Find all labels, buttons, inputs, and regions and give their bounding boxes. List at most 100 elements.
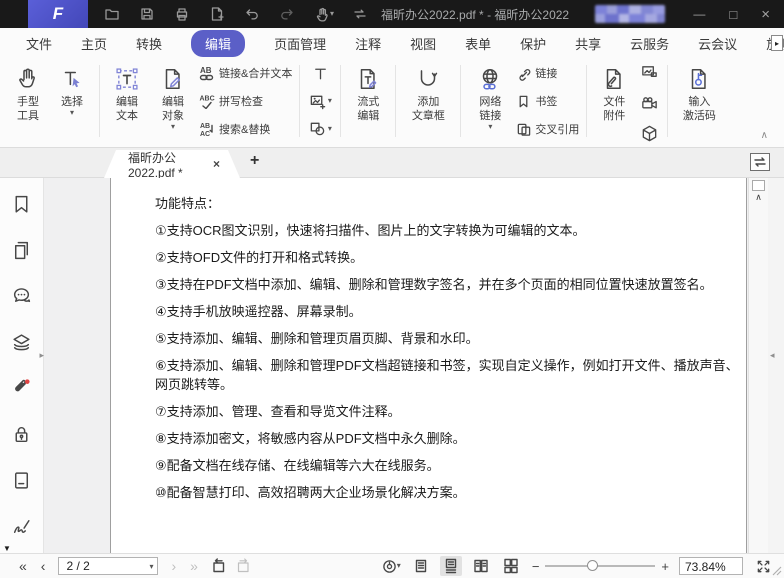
redo-button[interactable] <box>279 6 295 22</box>
spell-check-button[interactable]: ABC 拼写检查 <box>199 93 292 109</box>
continuous-layout-button[interactable] <box>440 556 462 576</box>
tab-protect[interactable]: 保护 <box>520 34 546 53</box>
vertical-scrollbar[interactable]: ∧ <box>748 178 768 553</box>
add-image-button[interactable]: ▾ <box>309 93 332 110</box>
user-avatar[interactable] <box>595 5 665 23</box>
signature-panel-button[interactable] <box>11 516 32 537</box>
next-page-button[interactable]: › <box>171 559 176 573</box>
tab-convert[interactable]: 转换 <box>136 34 162 53</box>
tab-comment[interactable]: 注释 <box>355 34 381 53</box>
page-number-input[interactable] <box>59 559 139 573</box>
edit-object-button[interactable]: 编辑 对象 ▾ <box>149 63 197 131</box>
tab-cloud-service[interactable]: 云服务 <box>630 34 669 53</box>
bookmarks-panel-button[interactable] <box>11 194 32 215</box>
3d-annotation-button[interactable] <box>640 124 659 143</box>
previous-view-button[interactable] <box>210 558 226 574</box>
add-text-button[interactable] <box>312 65 329 82</box>
tab-share[interactable]: 共享 <box>575 34 601 53</box>
first-page-button[interactable]: « <box>19 559 27 573</box>
tab-home[interactable]: 主页 <box>81 34 107 53</box>
zoom-value-box[interactable] <box>679 557 743 575</box>
switch-tabs-button[interactable] <box>750 153 770 171</box>
minimize-button[interactable]: — <box>693 8 705 20</box>
bookmark-button[interactable]: 书签 <box>516 93 579 109</box>
scroll-up-icon[interactable]: ∧ <box>755 193 762 202</box>
previous-page-button[interactable]: ‹ <box>41 559 46 573</box>
zoom-out-button[interactable]: − <box>532 560 540 573</box>
zoom-slider[interactable]: − + <box>532 560 669 573</box>
expand-bottom-panel-handle[interactable]: ▼ <box>3 544 11 553</box>
tab-edit[interactable]: 编辑 <box>191 30 245 57</box>
collapse-ribbon-button[interactable]: ∧ <box>761 131 768 141</box>
tabs-overflow-arrow[interactable]: ▸ <box>771 35 783 51</box>
save-button[interactable] <box>139 6 155 22</box>
dropdown-caret-icon: ▾ <box>328 125 332 133</box>
tab-view[interactable]: 视图 <box>410 34 436 53</box>
attachments-panel-button[interactable] <box>11 378 32 399</box>
cross-reference-button[interactable]: 交叉引用 <box>516 121 579 137</box>
flow-edit-button[interactable]: 流式 编辑 <box>346 63 390 123</box>
previous-view-icon <box>210 558 226 574</box>
scrollbar-thumb[interactable] <box>752 180 765 191</box>
tab-form[interactable]: 表单 <box>465 34 491 53</box>
fullscreen-button[interactable] <box>756 559 771 574</box>
hand-tool-button[interactable]: 手型 工具 <box>6 63 50 123</box>
search-replace-button[interactable]: ABAC 搜索&替换 <box>199 121 292 137</box>
expand-right-panel-handle[interactable]: ◂ <box>770 350 775 361</box>
next-view-icon <box>236 558 252 574</box>
dropdown-caret-icon[interactable]: ▾ <box>397 562 401 570</box>
file-attachment-button[interactable]: 文件 附件 <box>592 63 636 123</box>
link-button[interactable]: 链接 <box>516 65 579 81</box>
security-panel-button[interactable] <box>11 424 32 445</box>
destinations-panel-button[interactable] <box>11 470 32 491</box>
print-button[interactable] <box>174 6 190 22</box>
video-button[interactable] <box>640 94 659 113</box>
add-article-box-button[interactable]: 添加 文章框 <box>401 63 455 123</box>
last-page-button[interactable]: » <box>190 559 198 573</box>
single-page-icon <box>413 558 429 574</box>
dropdown-caret-icon: ▾ <box>330 10 334 18</box>
tab-file[interactable]: 文件 <box>26 34 52 53</box>
close-button[interactable]: × <box>761 7 770 22</box>
new-document-button[interactable] <box>209 6 225 22</box>
customize-toolbar-button[interactable] <box>353 7 367 21</box>
continuous-facing-layout-button[interactable] <box>500 556 522 576</box>
zoom-value-input[interactable] <box>680 560 738 574</box>
window-resize-grip[interactable] <box>771 565 782 576</box>
dropdown-caret-icon[interactable]: ▾ <box>149 563 153 571</box>
document-viewport[interactable]: 功能特点： ①支持OCR图文识别，快速将扫描件、图片上的文字转换为可编辑的文本。… <box>44 178 748 553</box>
single-page-layout-button[interactable] <box>410 556 432 576</box>
zoom-slider-thumb[interactable] <box>587 560 598 571</box>
layers-panel-button[interactable] <box>11 332 32 353</box>
link-merge-text-button[interactable]: AB 链接&合并文本 <box>199 65 292 81</box>
tab-cloud-meeting[interactable]: 云会议 <box>698 34 737 53</box>
resize-grip-icon <box>771 565 782 576</box>
zoom-in-button[interactable]: + <box>661 560 669 573</box>
image-annotation-button[interactable] <box>640 63 659 82</box>
hand-tool-quick-button[interactable]: ▾ <box>314 6 334 22</box>
next-view-button[interactable] <box>236 558 252 574</box>
add-shape-button[interactable]: ▾ <box>309 120 332 137</box>
doc-line: ③支持在PDF文档中添加、编辑、删除和管理数字签名，并在多个页面的相同位置快速放… <box>155 275 743 294</box>
tab-page-management[interactable]: 页面管理 <box>274 34 326 53</box>
tab-close-icon[interactable]: × <box>213 157 220 171</box>
swap-arrows-icon <box>753 156 767 168</box>
view-mode-button[interactable]: ▾ <box>382 559 401 574</box>
edit-text-button[interactable]: 编辑 文本 <box>105 63 149 123</box>
undo-button[interactable] <box>244 6 260 22</box>
signature-panel-icon <box>11 516 32 537</box>
zoom-slider-track[interactable] <box>545 565 655 567</box>
document-tab[interactable]: 福昕办公2022.pdf * × <box>104 150 240 178</box>
new-tab-button[interactable]: + <box>250 152 259 170</box>
facing-layout-button[interactable] <box>470 556 492 576</box>
pdf-page[interactable]: 功能特点： ①支持OCR图文识别，快速将扫描件、图片上的文字转换为可编辑的文本。… <box>110 178 747 553</box>
maximize-button[interactable]: □ <box>729 8 737 21</box>
page-number-box[interactable]: ▾ <box>58 557 158 575</box>
comments-panel-button[interactable] <box>11 286 32 307</box>
select-tool-button[interactable]: 选择 ▾ <box>50 63 94 117</box>
open-file-button[interactable] <box>104 6 120 22</box>
activation-code-button[interactable]: 输入 激活码 <box>673 63 725 123</box>
svg-text:ABC: ABC <box>200 96 215 103</box>
web-link-button[interactable]: 网络 链接 ▾ <box>466 63 514 131</box>
pages-panel-button[interactable] <box>11 240 32 261</box>
